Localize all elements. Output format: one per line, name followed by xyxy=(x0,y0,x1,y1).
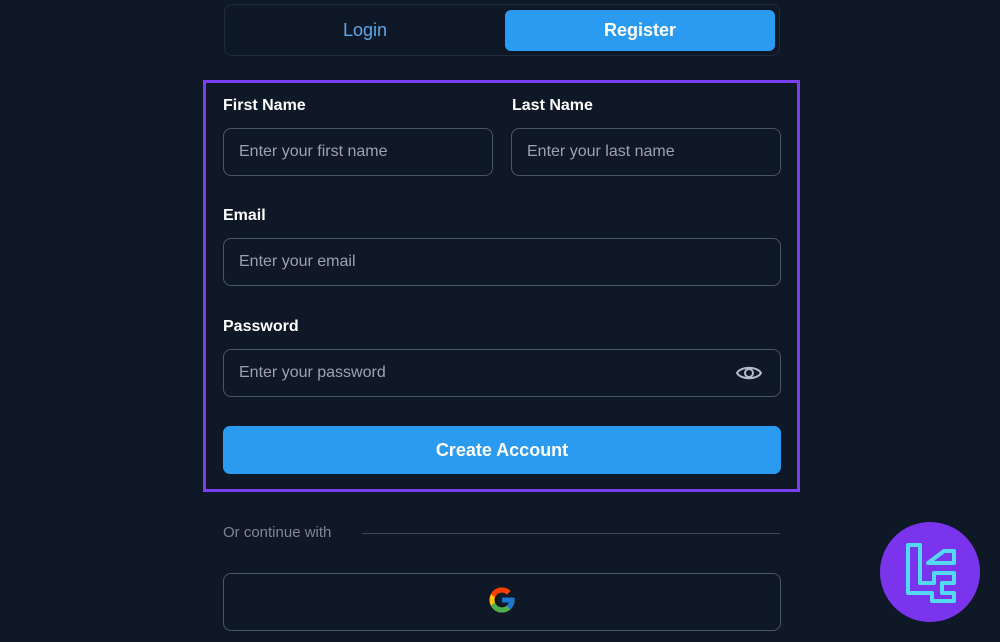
last-name-input[interactable] xyxy=(512,129,780,175)
auth-tabs: Login Register xyxy=(224,4,780,56)
password-label: Password xyxy=(223,318,299,335)
email-field xyxy=(223,238,781,286)
last-name-field xyxy=(511,128,781,176)
divider-line xyxy=(362,533,780,534)
email-input[interactable] xyxy=(224,239,780,285)
first-name-input[interactable] xyxy=(224,129,492,175)
password-input[interactable] xyxy=(224,350,780,396)
or-continue-text: Or continue with xyxy=(223,524,332,541)
first-name-label: First Name xyxy=(223,97,306,114)
tab-register[interactable]: Register xyxy=(505,10,775,51)
last-name-label: Last Name xyxy=(512,97,593,114)
brand-logo xyxy=(880,522,980,622)
email-label: Email xyxy=(223,207,266,224)
create-account-button[interactable]: Create Account xyxy=(223,426,781,474)
tab-login[interactable]: Login xyxy=(230,10,500,51)
google-signin-button[interactable] xyxy=(223,573,781,631)
first-name-field xyxy=(223,128,493,176)
eye-icon[interactable] xyxy=(736,362,762,384)
google-icon xyxy=(487,585,517,620)
password-field xyxy=(223,349,781,397)
